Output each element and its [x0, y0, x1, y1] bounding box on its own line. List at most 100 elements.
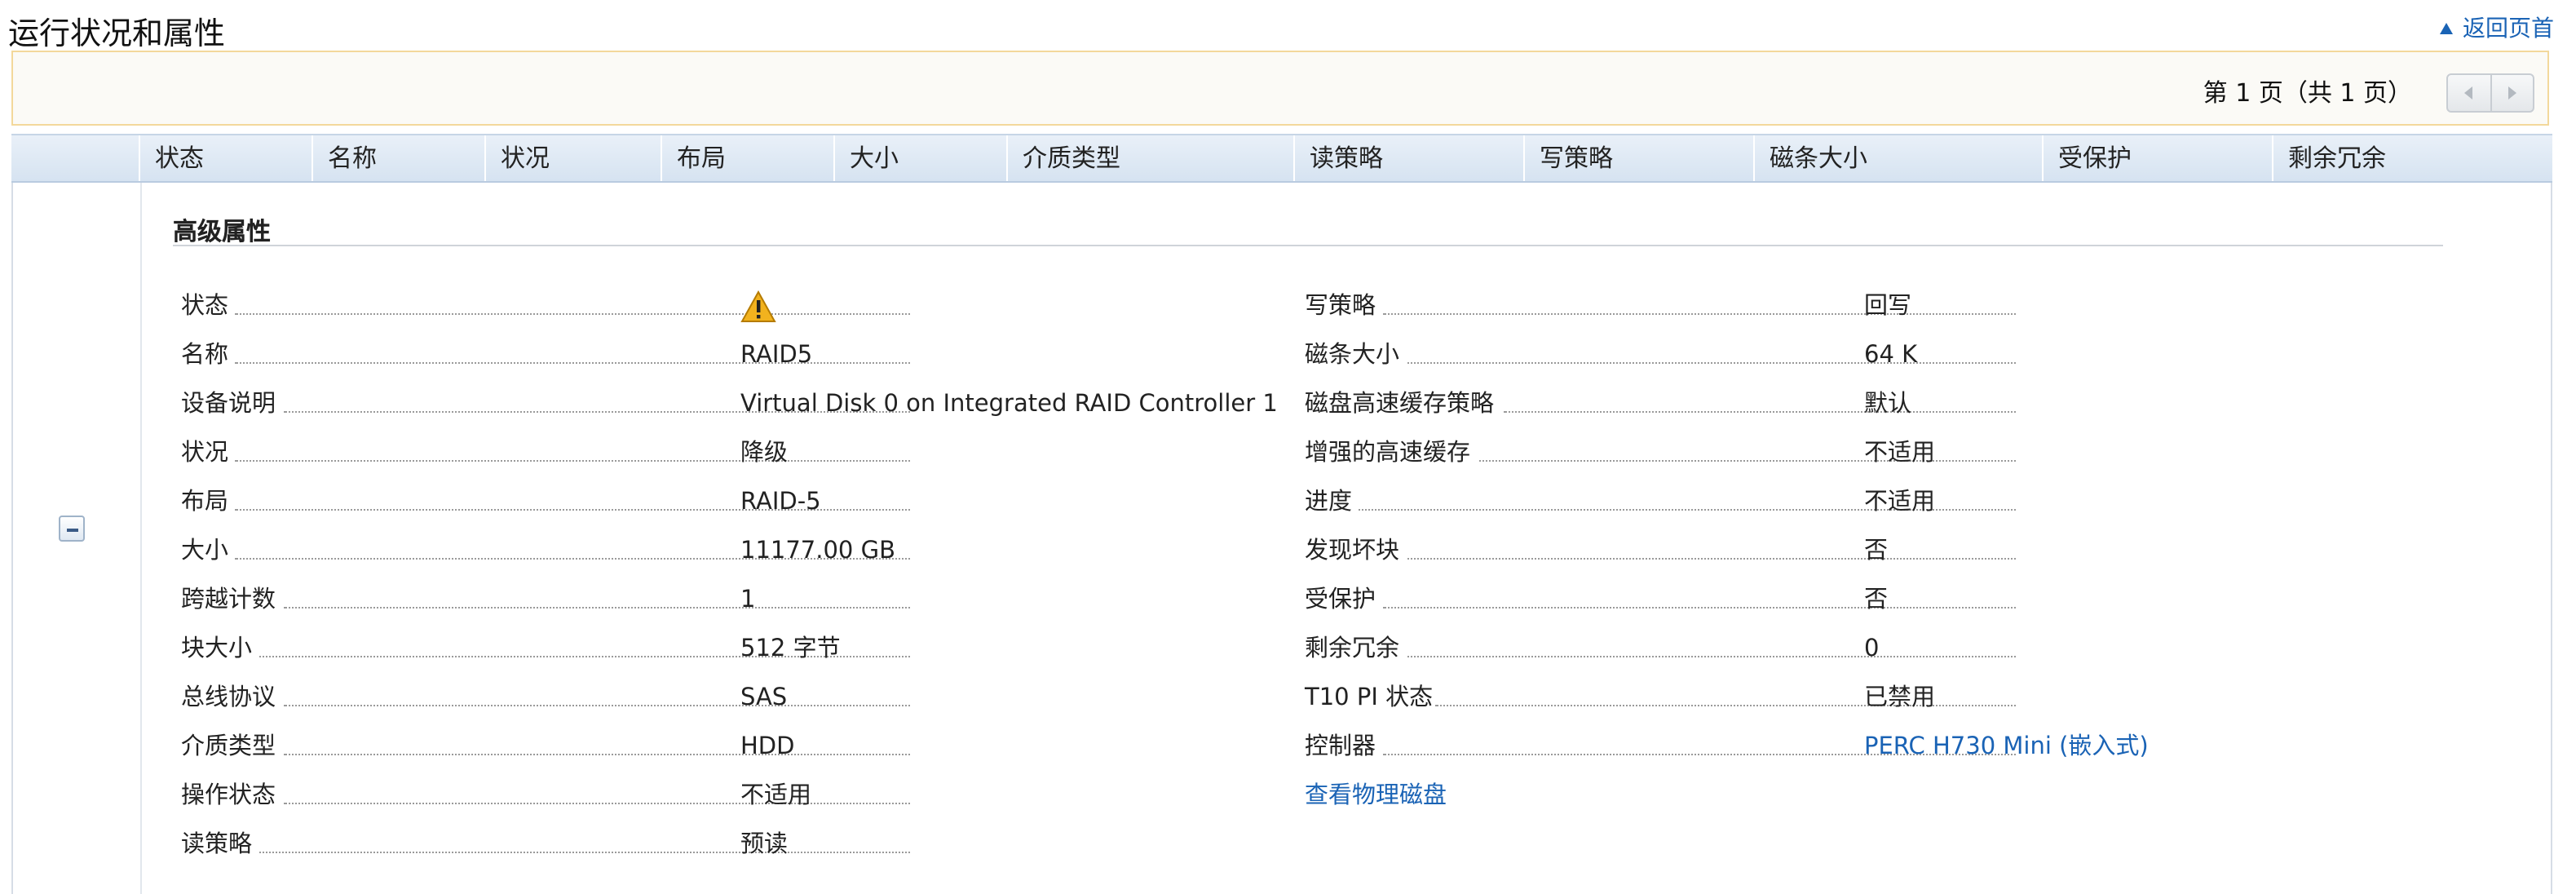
prop-value: Virtual Disk 0 on Integrated RAID Contro… [740, 392, 1278, 418]
prop-label: 发现坏块 [1305, 535, 1403, 568]
prop-name: 名称 RAID5 [181, 339, 1323, 372]
collapse-button[interactable] [59, 516, 85, 542]
prop-label: 受保护 [1305, 584, 1379, 617]
prop-block-size: 块大小 512 字节 [181, 633, 1323, 666]
page-title: 运行状况和属性 [8, 16, 226, 52]
prop-value: 不适用 [1864, 440, 1935, 467]
prop-label: 写策略 [1305, 290, 1379, 323]
prop-label: 进度 [1305, 486, 1355, 519]
leader-dots [1504, 411, 2016, 413]
leader-dots [235, 460, 910, 462]
prop-label: 磁盘高速缓存策略 [1305, 388, 1497, 421]
prop-label: 设备说明 [181, 388, 279, 421]
pager-buttons [2446, 73, 2534, 113]
prop-value: 1 [740, 587, 756, 613]
prop-disk-cache-policy: 磁盘高速缓存策略 默认 [1305, 388, 2446, 421]
prop-enhanced-cache: 增强的高速缓存 不适用 [1305, 437, 2446, 470]
table-header: 状态 名称 状况 布局 大小 介质类型 读策略 写策略 磁条大小 受保护 剩余冗… [11, 134, 2552, 183]
back-to-top-label: 返回页首 [2463, 16, 2554, 42]
leader-dots [284, 803, 910, 804]
prop-value: 0 [1864, 636, 1880, 662]
arrow-right-icon [2508, 86, 2516, 100]
prop-progress: 进度 不适用 [1305, 486, 2446, 519]
prop-value: HDD [740, 734, 795, 760]
prop-remaining-redundancy: 剩余冗余 0 [1305, 633, 2446, 666]
column-header-media-type[interactable]: 介质类型 [1006, 135, 1293, 181]
prop-label: 状态 [181, 290, 232, 323]
prop-value: RAID5 [740, 343, 813, 369]
prop-label: 大小 [181, 535, 232, 568]
prop-value: 默认 [1864, 392, 1911, 418]
triangle-up-icon [2440, 22, 2453, 33]
prop-label: 布局 [181, 486, 232, 519]
prop-value: 回写 [1864, 294, 1911, 320]
prop-value [740, 290, 776, 333]
prop-label: 读策略 [181, 829, 255, 861]
prop-value: 不适用 [1864, 489, 1935, 516]
column-header-size[interactable]: 大小 [833, 135, 1006, 181]
next-page-button[interactable] [2490, 75, 2533, 111]
prop-label: T10 PI 状态 [1305, 682, 1437, 715]
prop-value: 不适用 [740, 783, 811, 809]
prop-operation-state: 操作状态 不适用 [181, 780, 1323, 812]
prop-bus-protocol: 总线协议 SAS [181, 682, 1323, 715]
view-physical-disks-link[interactable]: 查看物理磁盘 [1305, 780, 1447, 812]
column-header-status[interactable]: 状态 [139, 135, 312, 181]
prop-label: 介质类型 [181, 731, 279, 763]
prop-label: 剩余冗余 [1305, 633, 1403, 666]
leader-dots [1407, 362, 2016, 364]
column-header-protected[interactable]: 受保护 [2042, 135, 2272, 181]
column-header-read-policy[interactable]: 读策略 [1293, 135, 1523, 181]
prop-device-description: 设备说明 Virtual Disk 0 on Integrated RAID C… [181, 388, 1323, 421]
prop-span-count: 跨越计数 1 [181, 584, 1323, 617]
column-header-layout[interactable]: 布局 [661, 135, 833, 181]
prop-media-type: 介质类型 HDD [181, 731, 1323, 763]
prop-value: 已禁用 [1864, 685, 1935, 711]
prop-t10-pi-status: T10 PI 状态 已禁用 [1305, 682, 2446, 715]
prop-stripe-size: 磁条大小 64 K [1305, 339, 2446, 372]
column-header-stripe-size[interactable]: 磁条大小 [1753, 135, 2042, 181]
prop-write-policy: 写策略 回写 [1305, 290, 2446, 323]
prop-value: 512 字节 [740, 636, 841, 662]
leader-dots [284, 754, 910, 755]
arrow-left-icon [2464, 86, 2473, 100]
prop-label: 总线协议 [181, 682, 279, 715]
leader-dots [259, 852, 910, 853]
advanced-properties-title: 高级属性 [173, 217, 272, 246]
leader-dots [1407, 656, 2016, 657]
prop-label: 跨越计数 [181, 584, 279, 617]
leader-dots [1383, 607, 2016, 609]
prop-value: 11177.00 GB [740, 538, 895, 564]
column-header-remaining-redundancy[interactable]: 剩余冗余 [2272, 135, 2552, 181]
leader-dots [1383, 313, 2016, 315]
column-header-condition[interactable]: 状况 [484, 135, 661, 181]
prop-value: 64 K [1864, 343, 1918, 369]
prev-page-button[interactable] [2448, 75, 2490, 111]
leader-dots [1407, 558, 2016, 560]
prop-label: 状况 [181, 437, 232, 470]
leader-dots [235, 313, 910, 315]
prop-value: SAS [740, 685, 788, 711]
pager-text: 第 1 页（共 1 页） [2203, 78, 2412, 108]
back-to-top-link[interactable]: 返回页首 [2440, 11, 2554, 44]
column-header-write-policy[interactable]: 写策略 [1523, 135, 1753, 181]
prop-label: 操作状态 [181, 780, 279, 812]
prop-status: 状态 [181, 290, 1323, 323]
prop-value: RAID-5 [740, 489, 821, 516]
prop-layout: 布局 RAID-5 [181, 486, 1323, 519]
controller-link[interactable]: PERC H730 Mini (嵌入式) [1864, 731, 2149, 763]
prop-label: 控制器 [1305, 731, 1379, 763]
prop-value: 预读 [740, 832, 788, 858]
pager-bar: 第 1 页（共 1 页） [11, 51, 2549, 126]
prop-size: 大小 11177.00 GB [181, 535, 1323, 568]
prop-bad-blocks-found: 发现坏块 否 [1305, 535, 2446, 568]
column-header-name[interactable]: 名称 [312, 135, 484, 181]
prop-value: 否 [1864, 538, 1888, 564]
warning-icon [740, 290, 776, 322]
prop-controller: 控制器 PERC H730 Mini (嵌入式) [1305, 731, 2446, 763]
section-divider [173, 245, 2443, 246]
prop-condition: 状况 降级 [181, 437, 1323, 470]
prop-label: 磁条大小 [1305, 339, 1403, 372]
prop-read-policy: 读策略 预读 [181, 829, 1323, 861]
prop-value: 否 [1864, 587, 1888, 613]
